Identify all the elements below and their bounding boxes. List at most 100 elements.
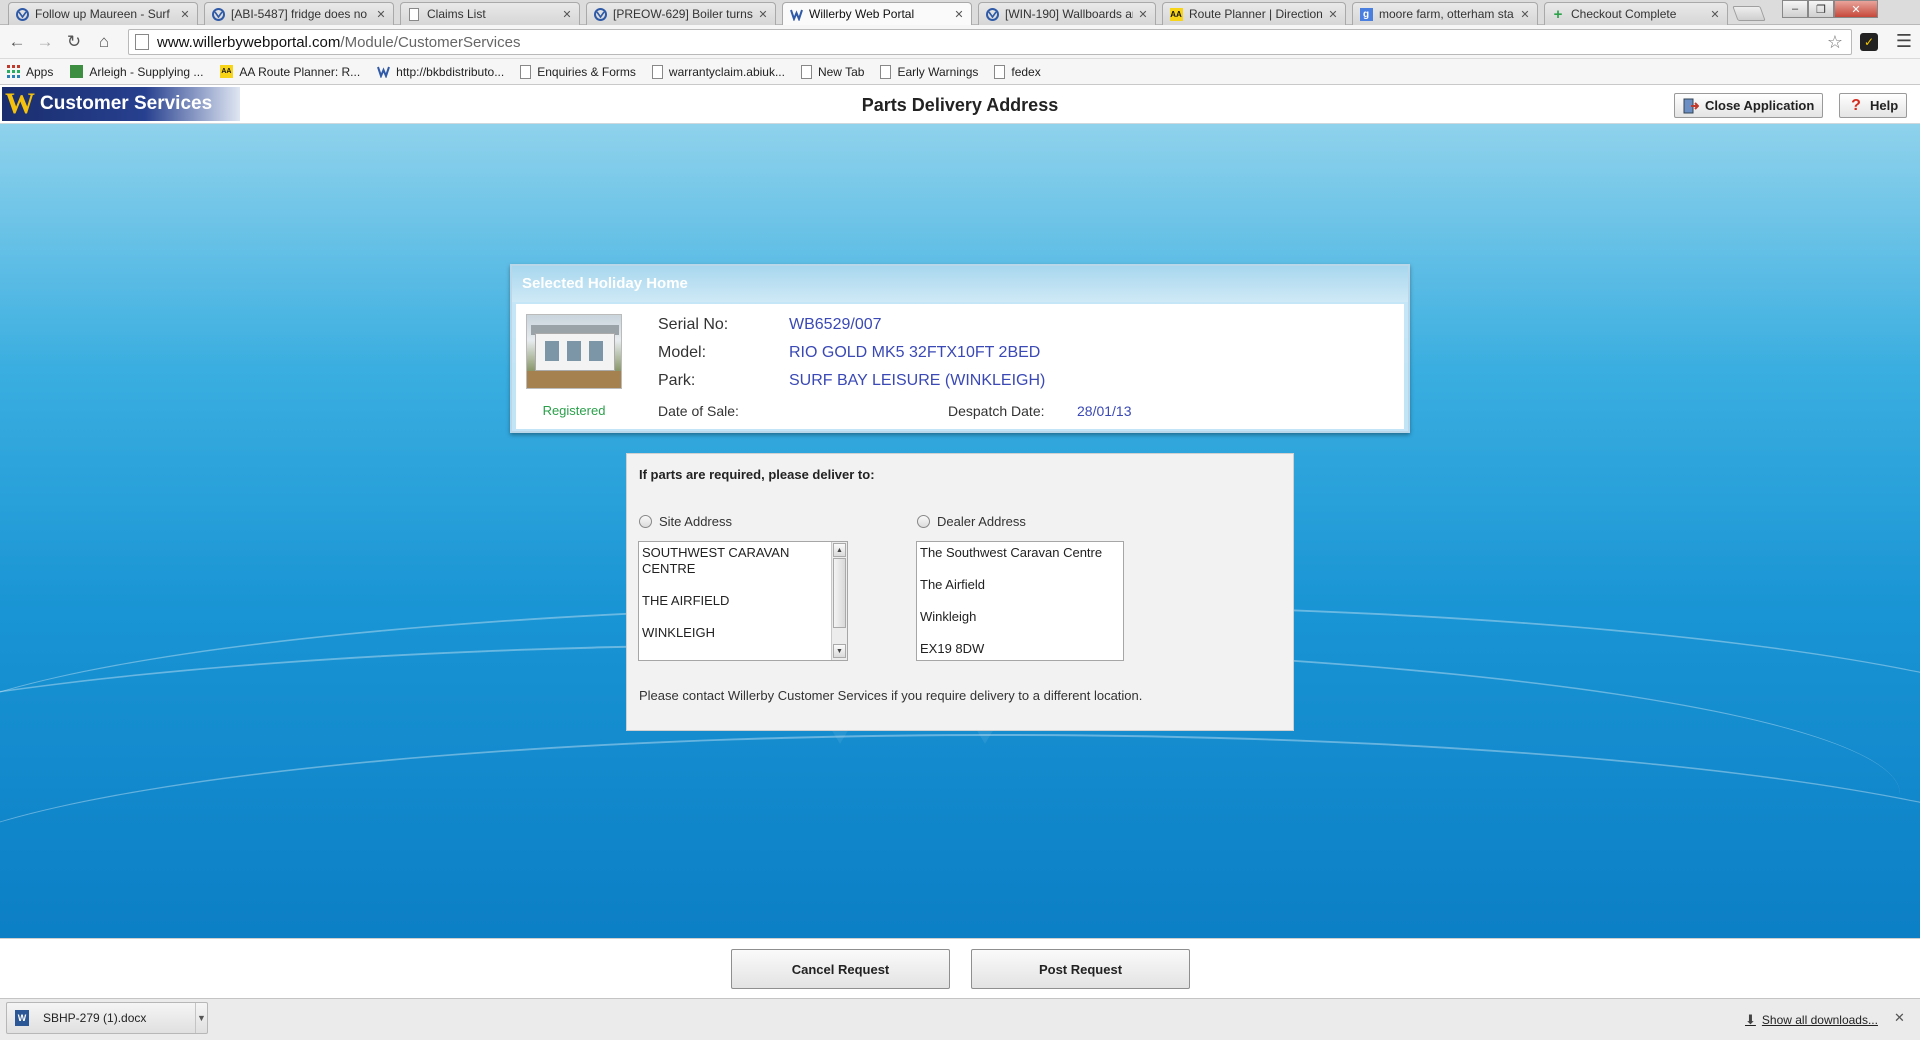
- extension-icon[interactable]: ✓: [1860, 33, 1878, 51]
- app-header: W Customer Services Parts Delivery Addre…: [0, 85, 1920, 124]
- dealer-address-textarea[interactable]: The Southwest Caravan Centre The Airfiel…: [916, 541, 1124, 661]
- tab-close-icon[interactable]: ✕: [561, 8, 573, 21]
- bookmark-warrantyclaim[interactable]: warrantyclaim.abiuk...: [651, 64, 785, 79]
- bookmark-fedex[interactable]: fedex: [994, 64, 1041, 79]
- site-address-scrollbar[interactable]: ▲ ▼: [831, 542, 847, 660]
- arleigh-icon: [69, 65, 83, 79]
- scroll-up-icon[interactable]: ▲: [833, 543, 846, 557]
- bookmark-star-icon[interactable]: ☆: [1827, 32, 1843, 53]
- tab-close-icon[interactable]: ✕: [953, 8, 965, 21]
- bookmark-arleigh[interactable]: Arleigh - Supplying ...: [69, 65, 203, 79]
- cancel-request-button[interactable]: Cancel Request: [731, 949, 950, 989]
- selected-holiday-home-panel: Selected Holiday Home Registered Serial …: [510, 264, 1410, 433]
- download-menu-icon[interactable]: ▼: [195, 1003, 207, 1033]
- browser-tab[interactable]: [PREOW-629] Boiler turns ✕: [586, 2, 776, 25]
- post-request-button[interactable]: Post Request: [971, 949, 1190, 989]
- url-text: www.willerbywebportal.com/Module/Custome…: [157, 33, 521, 51]
- bookmark-early-warnings[interactable]: Early Warnings: [880, 64, 978, 79]
- site-address-line: SOUTHWEST CARAVAN CENTRE: [642, 545, 793, 576]
- model-label: Model:: [658, 344, 707, 361]
- site-address-radio[interactable]: [639, 515, 652, 528]
- dealer-address-line: EX19 8DW: [920, 641, 985, 656]
- delivery-note: Please contact Willerby Customer Service…: [639, 688, 1143, 703]
- park-value: SURF BAY LEISURE (WINKLEIGH): [789, 372, 1046, 389]
- willerby-icon: [376, 65, 390, 79]
- close-application-button[interactable]: Close Application: [1674, 93, 1824, 118]
- forward-icon[interactable]: →: [34, 31, 56, 53]
- site-address-option[interactable]: Site Address: [639, 514, 732, 529]
- tab-close-icon[interactable]: ✕: [1327, 8, 1339, 21]
- tab-close-icon[interactable]: ✕: [1709, 8, 1721, 21]
- browser-tab[interactable]: [ABI-5487] fridge does no ✕: [204, 2, 394, 25]
- apps-icon: [6, 65, 20, 79]
- tab-close-icon[interactable]: ✕: [179, 8, 191, 21]
- site-address-line: THE AIRFIELD: [642, 593, 730, 608]
- close-window-button[interactable]: ✕: [1834, 0, 1878, 18]
- registration-status: Registered: [542, 403, 606, 418]
- dealer-address-line: The Airfield: [920, 577, 986, 592]
- tab-title: Follow up Maureen - Surf: [35, 7, 170, 21]
- exit-icon: [1683, 98, 1699, 114]
- serial-label: Serial No:: [658, 316, 729, 333]
- browser-tab[interactable]: Follow up Maureen - Surf ✕: [8, 2, 198, 25]
- scroll-thumb[interactable]: [833, 558, 846, 628]
- bookmark-aa-route-planner[interactable]: AA AA Route Planner: R...: [219, 65, 360, 79]
- willerby-icon: [789, 7, 803, 21]
- page-icon: [520, 64, 532, 79]
- new-tab-button[interactable]: [1732, 6, 1766, 21]
- bookmark-enquiries[interactable]: Enquiries & Forms: [520, 64, 636, 79]
- tab-title: Route Planner | Direction: [1189, 7, 1323, 21]
- holiday-home-photo: [526, 314, 622, 389]
- aa-icon: AA: [219, 65, 233, 79]
- scroll-down-icon[interactable]: ▼: [833, 644, 846, 658]
- serial-value: WB6529/007: [789, 316, 882, 333]
- dealer-address-radio[interactable]: [917, 515, 930, 528]
- help-button[interactable]: ? Help: [1839, 93, 1908, 118]
- download-item[interactable]: W SBHP-279 (1).docx ▼: [6, 1002, 208, 1034]
- despatch-date-value: 28/01/13: [1077, 403, 1132, 419]
- browser-tab[interactable]: + Checkout Complete ✕: [1544, 2, 1728, 25]
- bookmark-apps[interactable]: Apps: [6, 65, 53, 79]
- site-address-line: WINKLEIGH: [642, 625, 715, 640]
- browser-tab[interactable]: [WIN-190] Wallboards an ✕: [978, 2, 1156, 25]
- tab-title: Checkout Complete: [1571, 7, 1677, 21]
- tab-title: Claims List: [427, 7, 486, 21]
- site-address-textarea[interactable]: SOUTHWEST CARAVAN CENTRE THE AIRFIELD WI…: [638, 541, 848, 661]
- menu-icon[interactable]: ☰: [1895, 31, 1913, 52]
- plus-icon: +: [1553, 5, 1563, 23]
- browser-tab[interactable]: AA Route Planner | Direction ✕: [1162, 2, 1346, 25]
- restore-button[interactable]: ❐: [1808, 0, 1834, 18]
- delivery-address-panel: If parts are required, please deliver to…: [626, 453, 1294, 731]
- browser-tabstrip: Follow up Maureen - Surf ✕ [ABI-5487] fr…: [0, 0, 1920, 25]
- main-content: Selected Holiday Home Registered Serial …: [0, 124, 1920, 938]
- show-all-downloads-link[interactable]: ⬇ Show all downloads...: [1745, 1012, 1878, 1028]
- tab-title: [PREOW-629] Boiler turns: [613, 7, 753, 21]
- tab-close-icon[interactable]: ✕: [757, 8, 769, 21]
- back-icon[interactable]: ←: [6, 31, 28, 53]
- tab-title: Willerby Web Portal: [809, 7, 915, 21]
- tab-close-icon[interactable]: ✕: [1519, 8, 1531, 21]
- tab-close-icon[interactable]: ✕: [1137, 8, 1149, 21]
- google-icon: g: [1359, 7, 1373, 21]
- browser-tab[interactable]: Claims List ✕: [400, 2, 580, 25]
- minimize-button[interactable]: –: [1782, 0, 1808, 18]
- bookmark-bkb[interactable]: http://bkbdistributo...: [376, 65, 504, 79]
- park-label: Park:: [658, 372, 696, 389]
- tab-title: [ABI-5487] fridge does no: [231, 7, 368, 21]
- address-bar[interactable]: www.willerbywebportal.com/Module/Custome…: [128, 29, 1852, 55]
- tab-close-icon[interactable]: ✕: [375, 8, 387, 21]
- bookmark-new-tab[interactable]: New Tab: [800, 64, 864, 79]
- dealer-address-option[interactable]: Dealer Address: [917, 514, 1026, 529]
- browser-tab[interactable]: g moore farm, otterham sta ✕: [1352, 2, 1538, 25]
- page-icon: [994, 64, 1006, 79]
- close-shelf-icon[interactable]: ✕: [1894, 1010, 1905, 1026]
- download-arrow-icon: ⬇: [1745, 1012, 1756, 1027]
- home-icon[interactable]: ⌂: [93, 31, 115, 53]
- reload-icon[interactable]: ↻: [63, 31, 85, 53]
- page-info-icon[interactable]: [135, 34, 149, 50]
- help-icon: ?: [1851, 96, 1861, 114]
- browser-tab-active[interactable]: Willerby Web Portal ✕: [782, 2, 972, 25]
- page-icon: [407, 7, 421, 21]
- dealer-address-line: Winkleigh: [920, 609, 977, 624]
- action-bar: Cancel Request Post Request: [0, 938, 1920, 998]
